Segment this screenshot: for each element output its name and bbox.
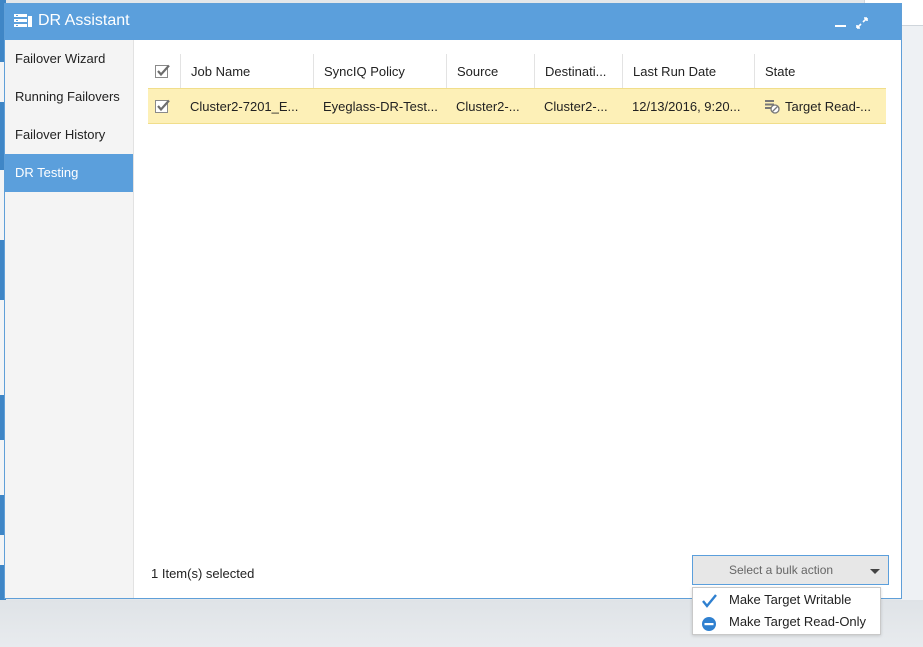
bulk-action-placeholder: Select a bulk action <box>729 563 834 577</box>
sidebar-item-dr-testing[interactable]: DR Testing <box>5 154 133 192</box>
cell-state: Target Read-... <box>754 89 886 123</box>
checkbox-checked-icon <box>155 99 170 113</box>
chevron-down-icon <box>870 569 880 574</box>
grid-header-row: Job Name SyncIQ Policy Source Destinati.… <box>148 54 886 88</box>
cell-job-name: Cluster2-7201_E... <box>190 98 299 114</box>
row-checkbox[interactable] <box>148 89 180 123</box>
dr-assistant-icon <box>14 14 32 27</box>
target-readonly-icon <box>765 100 780 114</box>
column-header-last-run-date[interactable]: Last Run Date <box>622 54 754 88</box>
desktop-background-right <box>901 0 923 647</box>
restore-icon[interactable] <box>855 16 869 30</box>
sidebar-item-failover-wizard[interactable]: Failover Wizard <box>5 40 133 78</box>
main-panel: Job Name SyncIQ Policy Source Destinati.… <box>134 40 901 598</box>
cell-synciq-policy: Eyeglass-DR-Test... <box>323 98 438 114</box>
minus-circle-icon <box>702 617 716 631</box>
column-header-destination[interactable]: Destinati... <box>534 54 622 88</box>
sidebar: Failover Wizard Running Failovers Failov… <box>5 40 134 598</box>
selection-count: 1 Item(s) selected <box>151 566 255 581</box>
bulk-action-select[interactable]: Select a bulk action <box>692 555 889 585</box>
checkmark-icon <box>702 594 717 608</box>
jobs-grid: Job Name SyncIQ Policy Source Destinati.… <box>148 54 886 124</box>
state-label: Target Read-... <box>785 98 871 114</box>
menu-item-label: Make Target Writable <box>729 592 852 607</box>
window-title: DR Assistant <box>38 12 130 29</box>
table-row[interactable]: Cluster2-7201_E... Eyeglass-DR-Test... C… <box>148 88 886 124</box>
column-header-state[interactable]: State <box>754 54 886 88</box>
cell-source: Cluster2-... <box>456 98 520 114</box>
bulk-action-menu: Make Target Writable Make Target Read-On… <box>692 587 881 635</box>
checkbox-checked-icon <box>155 64 170 78</box>
column-header-job-name[interactable]: Job Name <box>180 54 313 88</box>
cell-last-run-date: 12/13/2016, 9:20... <box>632 98 741 114</box>
minimize-icon[interactable] <box>834 16 848 30</box>
select-all-checkbox[interactable] <box>148 54 180 88</box>
window-titlebar[interactable]: DR Assistant <box>5 4 901 40</box>
column-header-source[interactable]: Source <box>446 54 534 88</box>
cell-destination: Cluster2-... <box>544 98 608 114</box>
menu-item-label: Make Target Read-Only <box>729 614 867 629</box>
menu-item-make-target-read-only[interactable]: Make Target Read-Only <box>693 611 880 633</box>
sidebar-item-running-failovers[interactable]: Running Failovers <box>5 78 133 116</box>
menu-item-make-target-writable[interactable]: Make Target Writable <box>693 589 880 611</box>
sidebar-item-failover-history[interactable]: Failover History <box>5 116 133 154</box>
column-header-synciq-policy[interactable]: SyncIQ Policy <box>313 54 446 88</box>
dr-assistant-window: DR Assistant Failover Wizard Running Fai… <box>4 3 902 599</box>
